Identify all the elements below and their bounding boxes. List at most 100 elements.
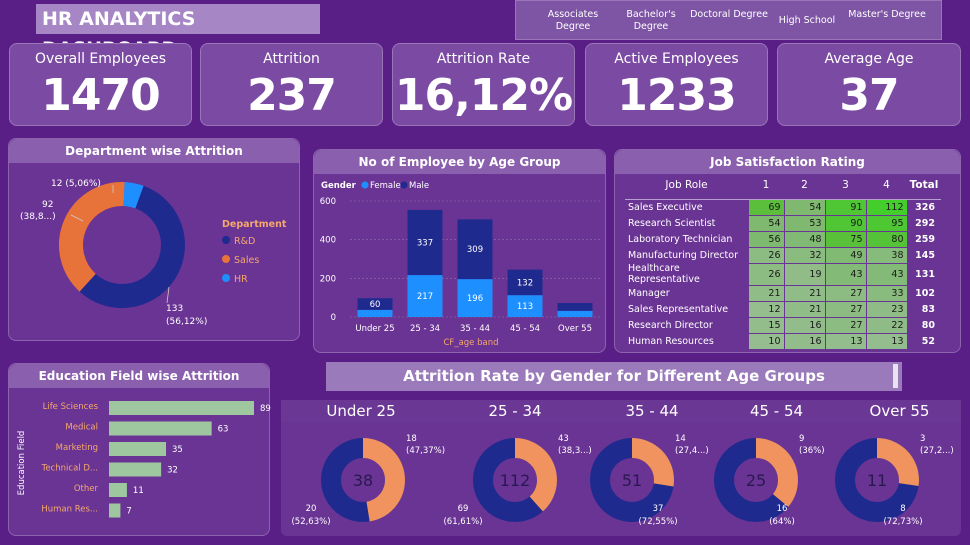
matrix-row[interactable]: Laboratory Technician 56 48 75 80 259 — [625, 230, 941, 248]
matrix-row[interactable]: Research Director 15 16 27 22 80 — [625, 316, 941, 334]
legend-title: Gender — [321, 181, 357, 191]
x-tick-label: 35 - 44 — [460, 324, 490, 334]
rating-cell: 22 — [865, 316, 908, 334]
legend-hr[interactable]: HR — [234, 274, 248, 285]
rating-cell: 75 — [824, 230, 867, 248]
kpi-label: Attrition — [263, 51, 320, 67]
rating-cell: 13 — [865, 332, 908, 350]
rating-cell: 49 — [824, 246, 867, 264]
y-axis-title: Education Field — [17, 431, 27, 496]
rating-cell: 43 — [824, 262, 867, 286]
rating-cell: 12 — [747, 300, 785, 318]
department-donut-chart: 12 (5,06%) 92 (38,8...) 133 (56,12%) Dep… — [20, 179, 287, 327]
matrix-header-cell[interactable]: Job Role — [625, 174, 748, 196]
donut-center-total: 51 — [622, 471, 642, 490]
legend-male[interactable]: Male — [409, 181, 429, 191]
matrix-row[interactable]: Research Scientist 54 53 90 95 292 — [625, 214, 941, 232]
rating-cell: 27 — [824, 300, 867, 318]
education-bar-0[interactable] — [109, 401, 254, 415]
rating-cell: 23 — [865, 300, 908, 318]
age-group-header: Over 55 — [838, 400, 961, 422]
rating-cell: 56 — [747, 230, 785, 248]
total-cell: 52 — [921, 335, 935, 347]
education-bar-5[interactable] — [109, 503, 121, 518]
education-bar-value: 11 — [133, 486, 144, 496]
navy-value-label: 16 — [777, 504, 788, 514]
bar-label-female: 196 — [467, 294, 483, 304]
matrix-row[interactable]: Sales Executive 69 54 91 112 326 — [625, 198, 941, 216]
panel-title: No of Employee by Age Group — [314, 150, 605, 174]
education-category-label: Technical D... — [41, 464, 98, 474]
rating-cell: 91 — [824, 198, 867, 216]
legend-sales[interactable]: Sales — [234, 255, 259, 266]
education-bar-value: 32 — [167, 466, 178, 476]
bar-label-male: 337 — [417, 238, 433, 248]
orange-pct-label: (27,4...) — [675, 446, 709, 456]
rating-cell: 19 — [783, 262, 826, 286]
education-category-label: Life Sciences — [43, 402, 99, 412]
kpi-label: Attrition Rate — [436, 51, 531, 67]
job-role-cell: Manufacturing Director — [628, 249, 738, 261]
sales-data-pct: (38,8...) — [20, 212, 56, 222]
donut-center-total: 25 — [746, 471, 766, 490]
matrix-header-cell[interactable]: Total — [907, 174, 941, 196]
matrix-header-cell[interactable]: 2 — [784, 174, 825, 196]
education-bar-2[interactable] — [109, 442, 167, 456]
panel-title: Department wise Attrition — [9, 139, 299, 163]
education-bar-4[interactable] — [109, 483, 127, 497]
job-role-cell: Human Resources — [628, 335, 714, 347]
kpi-attrition-rate: Attrition Rate 16,12% — [392, 43, 575, 126]
x-tick-label: 45 - 54 — [510, 324, 540, 334]
kpi-label: Overall Employees — [34, 51, 167, 67]
education-bar-3[interactable] — [109, 462, 162, 477]
matrix-header-cell[interactable]: 3 — [825, 174, 866, 196]
navy-value-label: 20 — [306, 504, 317, 514]
rating-cell: 26 — [747, 246, 785, 264]
rating-cell: 27 — [824, 316, 867, 334]
matrix-row[interactable]: Healthcare Representative 26 19 43 43 131 — [625, 262, 941, 286]
job-role-cell: Manager — [628, 287, 670, 299]
job-role-cell: Sales Executive — [628, 201, 703, 213]
total-cell: 145 — [915, 249, 935, 261]
rd-data-pct: (56,12%) — [166, 317, 207, 327]
navy-pct-label: (64%) — [769, 517, 795, 527]
legend-rd[interactable]: R&D — [234, 236, 255, 247]
education-bar-value: 7 — [126, 507, 131, 517]
education-bar-1[interactable] — [109, 421, 212, 436]
education-attrition-panel: Education Field wise Attrition Education… — [8, 363, 271, 536]
matrix-header-cell[interactable]: 4 — [866, 174, 907, 196]
x-tick-label: Under 25 — [355, 324, 394, 334]
bar-label-male: 309 — [467, 245, 483, 255]
slicer-masters-degree[interactable]: Master's Degree — [847, 9, 927, 21]
bar-female-0[interactable] — [357, 309, 393, 317]
education-bar-chart: Education Field Life Sciences 89 Medical 63… — [17, 401, 271, 518]
bar-female-4[interactable] — [557, 310, 593, 317]
matrix-row[interactable]: Manufacturing Director 26 32 49 38 145 — [625, 246, 941, 264]
bar-male-4[interactable] — [557, 303, 593, 311]
kpi-label: Average Age — [824, 51, 914, 67]
rd-data-value: 133 — [166, 304, 183, 314]
matrix-header-cell[interactable]: 1 — [748, 174, 784, 196]
slicer-bachelors-degree[interactable]: Bachelor's Degree — [611, 9, 691, 33]
matrix-row[interactable]: Manager 21 21 27 33 102 — [625, 284, 941, 302]
age-group-header: 25 - 34 — [441, 400, 589, 422]
legend-marker-rd — [222, 236, 230, 244]
slicer-high-school[interactable]: High School — [767, 15, 847, 27]
kpi-value: 16,12% — [394, 70, 573, 121]
job-role-cell: Healthcare Representative — [628, 263, 700, 285]
matrix-row[interactable]: Human Resources 10 16 13 13 52 — [625, 332, 941, 350]
gender-chart-title: Attrition Rate by Gender for Different A… — [326, 362, 902, 391]
education-category-label: Human Res... — [41, 505, 98, 515]
legend-marker-female — [361, 181, 369, 189]
matrix-row[interactable]: Sales Representative 12 21 27 23 83 — [625, 300, 941, 318]
donut-center-total: 11 — [867, 471, 887, 490]
rating-cell: 69 — [747, 198, 785, 216]
matrix-header-row: Job Role 1 2 3 4 Total — [625, 174, 941, 196]
total-cell: 131 — [915, 268, 935, 280]
slicer-associates-degree[interactable]: Associates Degree — [533, 9, 613, 33]
y-tick-label: 400 — [320, 236, 336, 246]
kpi-active-employees: Active Employees 1233 — [585, 43, 768, 126]
legend-female[interactable]: Female — [370, 181, 401, 191]
age-group-header: 35 - 44 — [589, 400, 715, 422]
slicer-doctoral-degree[interactable]: Doctoral Degree — [689, 9, 769, 21]
